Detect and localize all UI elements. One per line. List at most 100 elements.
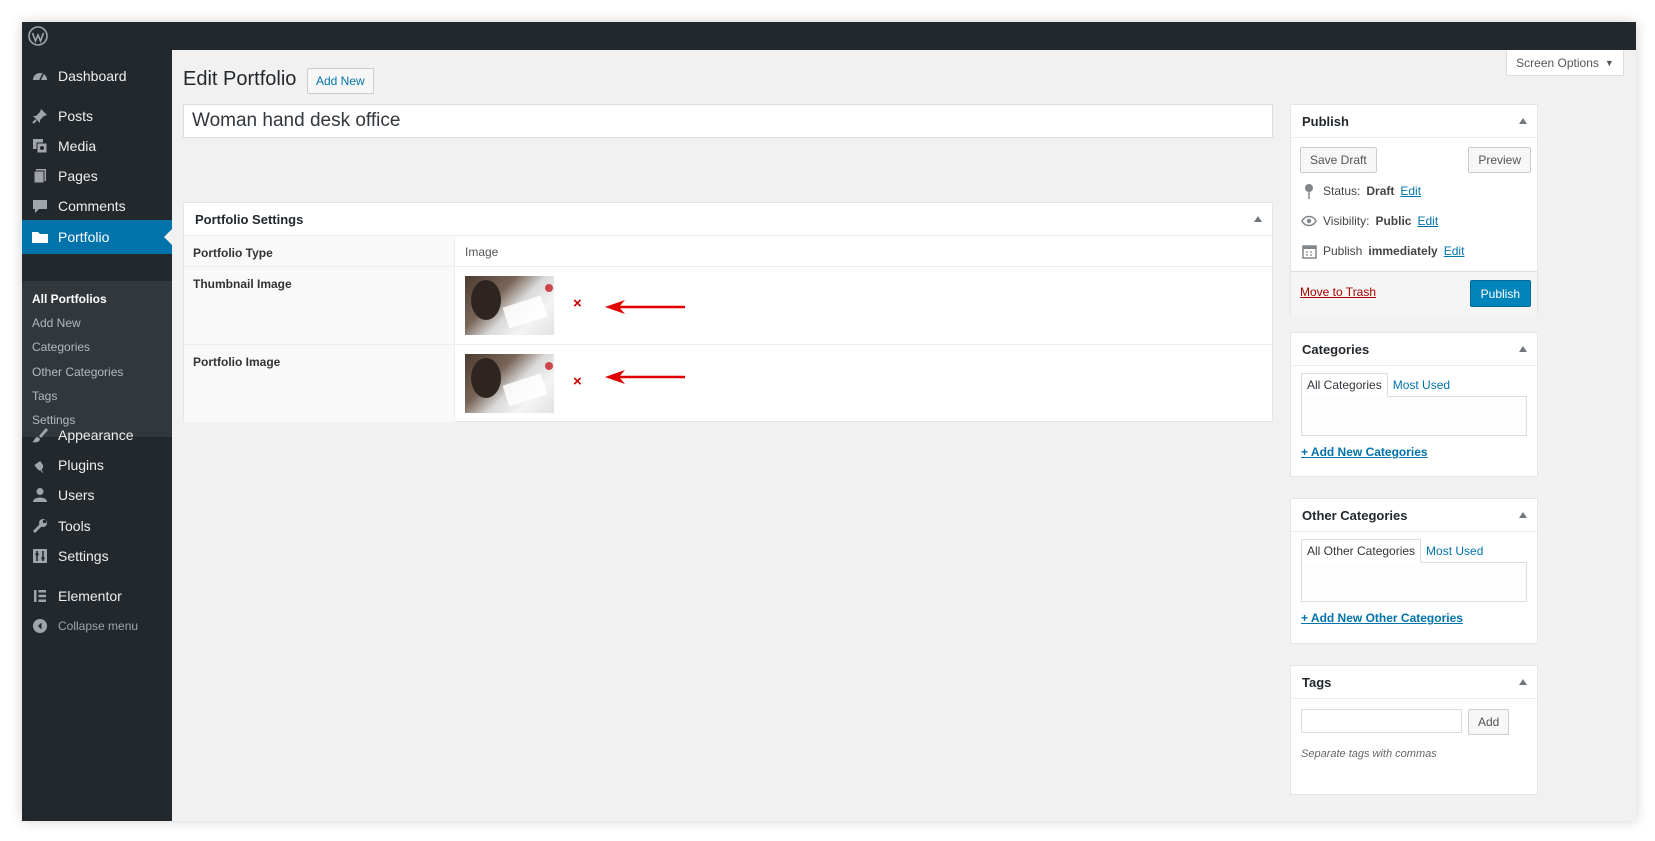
status-label: Status: (1323, 184, 1361, 198)
preview-button[interactable]: Preview (1468, 147, 1531, 173)
publish-time-value: immediately (1368, 244, 1438, 258)
tags-title: Tags (1302, 674, 1332, 690)
remove-portfolio-image-button[interactable]: × (573, 373, 582, 390)
other-categories-checklist[interactable] (1301, 562, 1527, 602)
toggle-arrow-icon[interactable] (1519, 346, 1527, 352)
sidebar-item-appearance[interactable]: Appearance (22, 418, 172, 452)
sidebar-item-label: Elementor (58, 588, 122, 604)
admin-bar (22, 22, 1636, 50)
sidebar-item-label: Settings (58, 548, 109, 564)
setting-label: Portfolio Image (184, 345, 455, 422)
plugin-icon (22, 456, 58, 474)
publish-label: Publish (1323, 244, 1363, 258)
photo-desk (502, 295, 548, 329)
eye-icon (1301, 213, 1317, 229)
submenu-item-add-new[interactable]: Add New (32, 316, 81, 330)
publish-button[interactable]: Publish (1469, 280, 1531, 307)
folder-icon (22, 228, 58, 246)
submenu-item-other-categories[interactable]: Other Categories (32, 365, 123, 379)
sidebar-item-dashboard[interactable]: Dashboard (22, 59, 172, 93)
edit-publish-time-link[interactable]: Edit (1444, 244, 1465, 258)
pin-icon (1301, 183, 1317, 199)
collapse-icon (22, 617, 58, 635)
tags-header[interactable]: Tags (1291, 666, 1537, 699)
visibility-value: Public (1375, 214, 1412, 228)
add-tag-button[interactable]: Add (1468, 709, 1510, 735)
portfolio-type-value[interactable]: Image (465, 245, 498, 259)
sidebar-item-settings[interactable]: Settings (22, 539, 172, 573)
portfolio-image-preview[interactable] (465, 354, 554, 413)
add-new-category-link[interactable]: + Add New Categories (1301, 445, 1428, 459)
publish-actions: Move to Trash Publish (1291, 271, 1537, 315)
pin-icon (22, 107, 58, 125)
sidebar-item-portfolio[interactable]: Portfolio (22, 220, 172, 254)
calendar-icon (1301, 243, 1317, 259)
sidebar-item-label: Plugins (58, 457, 104, 473)
submenu-item-all-portfolios[interactable]: All Portfolios (32, 292, 107, 306)
categories-title: Categories (1302, 341, 1370, 357)
pages-icon (22, 167, 58, 185)
edit-visibility-link[interactable]: Edit (1417, 214, 1438, 228)
tab-all-categories[interactable]: All Categories (1301, 373, 1388, 397)
tags-hint: Separate tags with commas (1301, 748, 1437, 760)
toggle-arrow-icon[interactable] (1254, 216, 1262, 222)
red-arrow-icon (605, 370, 685, 384)
media-icon (22, 137, 58, 155)
portfolio-submenu: All Portfolios Add New Categories Other … (22, 281, 172, 437)
thumbnail-image-preview[interactable] (465, 276, 554, 335)
sidebar-item-label: Tools (58, 518, 91, 534)
toggle-arrow-icon[interactable] (1519, 512, 1527, 518)
portfolio-settings-title: Portfolio Settings (195, 211, 304, 227)
edit-status-link[interactable]: Edit (1400, 184, 1421, 198)
add-new-button[interactable]: Add New (307, 68, 374, 94)
sidebar-item-media[interactable]: Media (22, 129, 172, 163)
portfolio-settings-header[interactable]: Portfolio Settings (184, 203, 1272, 236)
status-value: Draft (1366, 184, 1395, 198)
sidebar-item-comments[interactable]: Comments (22, 189, 172, 223)
submenu-item-tags[interactable]: Tags (32, 389, 57, 403)
settings-row-portfolio-image: Portfolio Image × (184, 345, 1272, 422)
red-arrow-icon (605, 300, 685, 314)
tab-all-other-categories[interactable]: All Other Categories (1301, 539, 1422, 563)
tab-most-used[interactable]: Most Used (1388, 373, 1455, 397)
sidebar-item-label: Appearance (58, 427, 134, 443)
sidebar-item-users[interactable]: Users (22, 478, 172, 512)
other-categories-title: Other Categories (1302, 507, 1408, 523)
screen-options-button[interactable]: Screen Options ▼ (1506, 50, 1624, 76)
submenu-item-categories[interactable]: Categories (32, 340, 90, 354)
publish-box: Publish Save Draft Preview Status: Draft… (1290, 104, 1538, 315)
wordpress-logo-icon[interactable] (28, 26, 48, 46)
categories-box: Categories All Categories Most Used + Ad… (1290, 332, 1538, 477)
collapse-menu-button[interactable]: Collapse menu (22, 609, 172, 643)
categories-header[interactable]: Categories (1291, 333, 1537, 366)
other-categories-tabs: All Other Categories Most Used (1301, 539, 1488, 563)
other-categories-box: Other Categories All Other Categories Mo… (1290, 498, 1538, 644)
publish-header[interactable]: Publish (1291, 105, 1537, 138)
post-title-input[interactable]: Woman hand desk office (183, 104, 1273, 138)
sidebar-item-label: Portfolio (58, 229, 110, 245)
add-new-other-category-link[interactable]: + Add New Other Categories (1301, 611, 1463, 625)
tab-most-used[interactable]: Most Used (1421, 539, 1488, 563)
dashboard-icon (22, 67, 58, 85)
photo-detail (545, 362, 553, 370)
move-to-trash-link[interactable]: Move to Trash (1300, 285, 1376, 299)
photo-desk (502, 373, 548, 407)
save-draft-button[interactable]: Save Draft (1300, 147, 1377, 173)
comment-icon (22, 197, 58, 215)
photo-detail (545, 284, 553, 292)
photo-subject (471, 280, 501, 320)
sidebar-item-pages[interactable]: Pages (22, 159, 172, 193)
sidebar-item-tools[interactable]: Tools (22, 509, 172, 543)
sidebar-item-elementor[interactable]: Elementor (22, 579, 172, 613)
tag-input[interactable] (1301, 709, 1462, 733)
toggle-arrow-icon[interactable] (1519, 679, 1527, 685)
categories-checklist[interactable] (1301, 396, 1527, 436)
sidebar-item-posts[interactable]: Posts (22, 99, 172, 133)
remove-thumbnail-button[interactable]: × (573, 295, 582, 312)
visibility-row: Visibility: Public Edit (1301, 213, 1438, 229)
publish-title: Publish (1302, 113, 1349, 129)
other-categories-header[interactable]: Other Categories (1291, 499, 1537, 532)
sidebar-item-plugins[interactable]: Plugins (22, 448, 172, 482)
toggle-arrow-icon[interactable] (1519, 118, 1527, 124)
tags-box: Tags Add Separate tags with commas (1290, 665, 1538, 795)
